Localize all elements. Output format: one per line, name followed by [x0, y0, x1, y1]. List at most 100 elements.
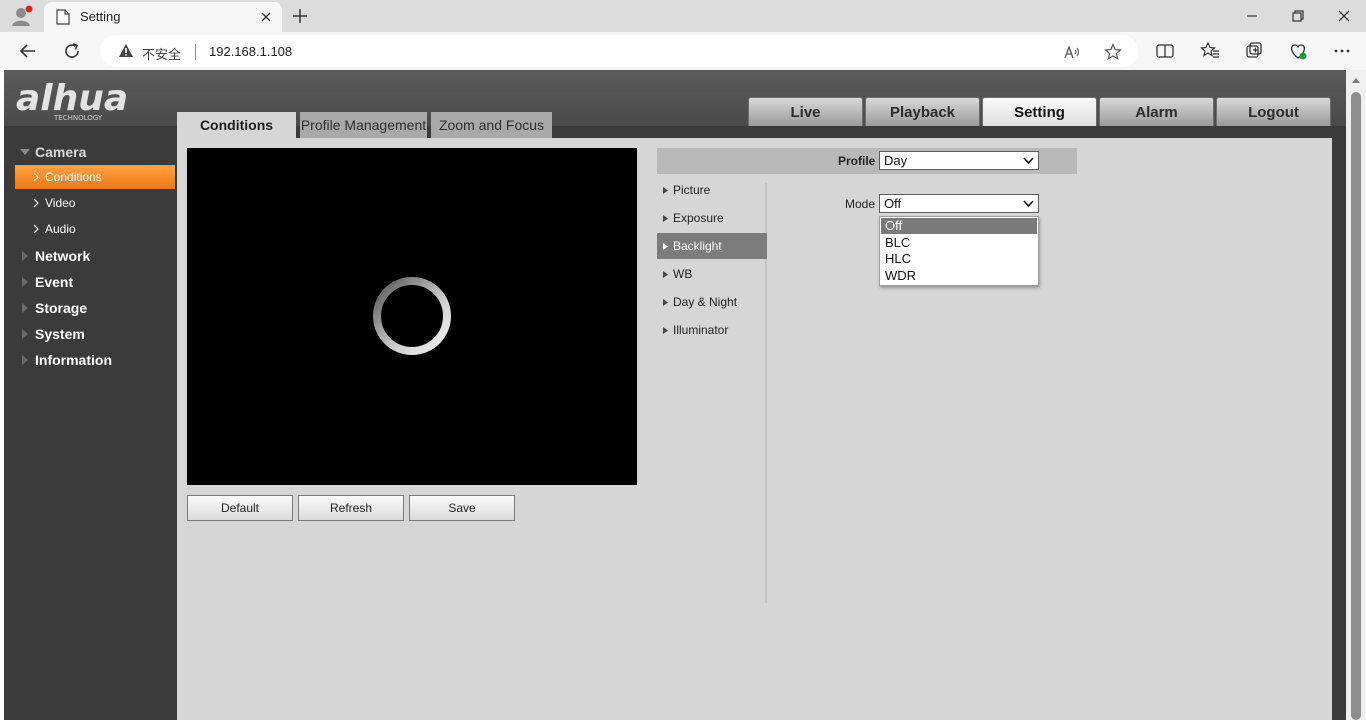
- triangle-right-icon: [22, 355, 28, 365]
- chevron-right-icon: [33, 198, 39, 208]
- top-tab-live[interactable]: Live: [748, 97, 863, 126]
- chevron-right-icon: [33, 172, 39, 182]
- minimize-icon[interactable]: [1242, 6, 1262, 26]
- sidebar-item-audio[interactable]: Audio: [15, 217, 175, 241]
- sidebar-group-label: Camera: [35, 144, 87, 160]
- sidebar-item-video[interactable]: Video: [15, 191, 175, 215]
- mode-select[interactable]: Off: [879, 194, 1039, 213]
- insecure-label: 不安全: [142, 47, 182, 62]
- tab-zoom-and-focus[interactable]: Zoom and Focus: [431, 112, 552, 138]
- triangle-right-icon: [663, 243, 668, 250]
- menu-item-backlight[interactable]: Backlight: [657, 233, 767, 259]
- sidebar-item-label: Video: [45, 196, 76, 210]
- favorites-icon[interactable]: [1200, 41, 1220, 61]
- refresh-button[interactable]: Refresh: [298, 495, 404, 521]
- triangle-right-icon: [663, 271, 668, 278]
- top-tab-setting[interactable]: Setting: [982, 97, 1097, 126]
- more-options-icon[interactable]: [1332, 41, 1352, 61]
- mode-option-hlc[interactable]: HLC: [881, 251, 1037, 267]
- menu-item-label: Exposure: [673, 211, 724, 225]
- mode-dropdown-list: Off BLC HLC WDR: [879, 216, 1039, 286]
- sidebar-group-storage[interactable]: Storage: [4, 295, 177, 321]
- chevron-right-icon: [33, 224, 39, 234]
- web-page: alhua TECHNOLOGY Live Playback Setting A…: [0, 70, 1366, 720]
- profile-select[interactable]: Day: [879, 151, 1039, 170]
- menu-item-label: Picture: [673, 183, 711, 197]
- default-button[interactable]: Default: [187, 495, 293, 521]
- sidebar-group-label: Storage: [35, 300, 88, 316]
- triangle-right-icon: [663, 187, 668, 194]
- menu-item-exposure[interactable]: Exposure: [657, 205, 767, 231]
- conditions-menu: Picture Exposure Backlight WB Day & Nigh…: [657, 183, 767, 603]
- menu-item-wb[interactable]: WB: [657, 261, 767, 287]
- split-screen-icon[interactable]: [1155, 41, 1175, 61]
- browser-tab[interactable]: Setting: [44, 2, 282, 32]
- reload-icon[interactable]: [62, 41, 82, 61]
- url-divider: [195, 44, 196, 60]
- warning-icon[interactable]: [118, 43, 134, 59]
- url-text[interactable]: 192.168.1.108: [209, 44, 292, 59]
- menu-item-label: Day & Night: [673, 295, 738, 309]
- menu-item-label: WB: [673, 267, 693, 281]
- sidebar-group-label: Event: [35, 274, 74, 290]
- triangle-down-icon: [20, 149, 30, 155]
- chevron-down-icon: [1023, 200, 1034, 208]
- mode-option-wdr[interactable]: WDR: [881, 268, 1037, 284]
- sidebar-group-label: Network: [35, 248, 91, 264]
- loading-spinner-icon: [373, 277, 451, 355]
- triangle-right-icon: [663, 215, 668, 222]
- mode-option-off[interactable]: Off: [881, 218, 1037, 234]
- svg-text:alhua: alhua: [16, 78, 128, 119]
- profile-bar: Profile Day: [657, 148, 1077, 174]
- url-field[interactable]: 不安全 192.168.1.108: [100, 35, 1138, 67]
- browser-essentials-icon[interactable]: [1288, 41, 1308, 61]
- page-scrollbar[interactable]: [1346, 70, 1366, 720]
- sidebar-group-system[interactable]: System: [4, 321, 177, 347]
- close-tab-icon[interactable]: [258, 9, 274, 25]
- menu-item-illuminator[interactable]: Illuminator: [657, 317, 767, 343]
- sidebar-group-label: Information: [35, 352, 112, 368]
- scroll-thumb[interactable]: [1351, 92, 1361, 720]
- read-aloud-icon[interactable]: [1063, 43, 1081, 61]
- triangle-right-icon: [22, 277, 28, 287]
- video-preview: [187, 148, 637, 485]
- favorite-star-icon[interactable]: [1104, 43, 1122, 61]
- mode-label: Mode: [845, 197, 876, 211]
- menu-item-day-night[interactable]: Day & Night: [657, 289, 767, 315]
- triangle-right-icon: [22, 251, 28, 261]
- sidebar-item-conditions[interactable]: Conditions: [15, 165, 175, 189]
- restore-icon[interactable]: [1288, 6, 1308, 26]
- mode-select-value: Off: [884, 196, 902, 211]
- mode-option-blc[interactable]: BLC: [881, 235, 1037, 251]
- collections-icon[interactable]: [1244, 41, 1264, 61]
- new-tab-icon[interactable]: [290, 6, 310, 26]
- tab-profile-management[interactable]: Profile Management: [300, 112, 427, 138]
- profile-select-value: Day: [884, 153, 908, 168]
- sidebar-group-camera[interactable]: Camera: [4, 139, 177, 165]
- triangle-right-icon: [22, 329, 28, 339]
- top-tab-alarm[interactable]: Alarm: [1099, 97, 1214, 126]
- settings-content: Conditions Profile Management Zoom and F…: [177, 112, 1332, 720]
- page-favicon-icon: [56, 9, 70, 25]
- sidebar: Camera Conditions Video Audio Network Ev…: [4, 126, 177, 720]
- address-bar: 不安全 192.168.1.108: [0, 32, 1366, 70]
- dahua-logo: alhua TECHNOLOGY: [16, 78, 128, 122]
- tab-conditions[interactable]: Conditions: [177, 112, 296, 138]
- scroll-up-icon[interactable]: [1351, 76, 1361, 84]
- top-tab-logout[interactable]: Logout: [1216, 97, 1331, 126]
- top-tab-playback[interactable]: Playback: [865, 97, 980, 126]
- sidebar-group-network[interactable]: Network: [4, 243, 177, 269]
- svg-text:TECHNOLOGY: TECHNOLOGY: [53, 114, 103, 122]
- menu-item-label: Backlight: [673, 239, 722, 253]
- sidebar-item-label: Audio: [45, 222, 76, 236]
- profile-avatar-icon[interactable]: [10, 5, 34, 27]
- profile-label: Profile: [838, 154, 876, 168]
- sidebar-group-event[interactable]: Event: [4, 269, 177, 295]
- save-button[interactable]: Save: [409, 495, 515, 521]
- chevron-down-icon: [1023, 157, 1034, 165]
- camera-web-app: alhua TECHNOLOGY Live Playback Setting A…: [4, 70, 1346, 720]
- close-window-icon[interactable]: [1334, 6, 1354, 26]
- sidebar-group-information[interactable]: Information: [4, 347, 177, 373]
- menu-item-picture[interactable]: Picture: [657, 177, 767, 203]
- back-icon[interactable]: [18, 41, 38, 61]
